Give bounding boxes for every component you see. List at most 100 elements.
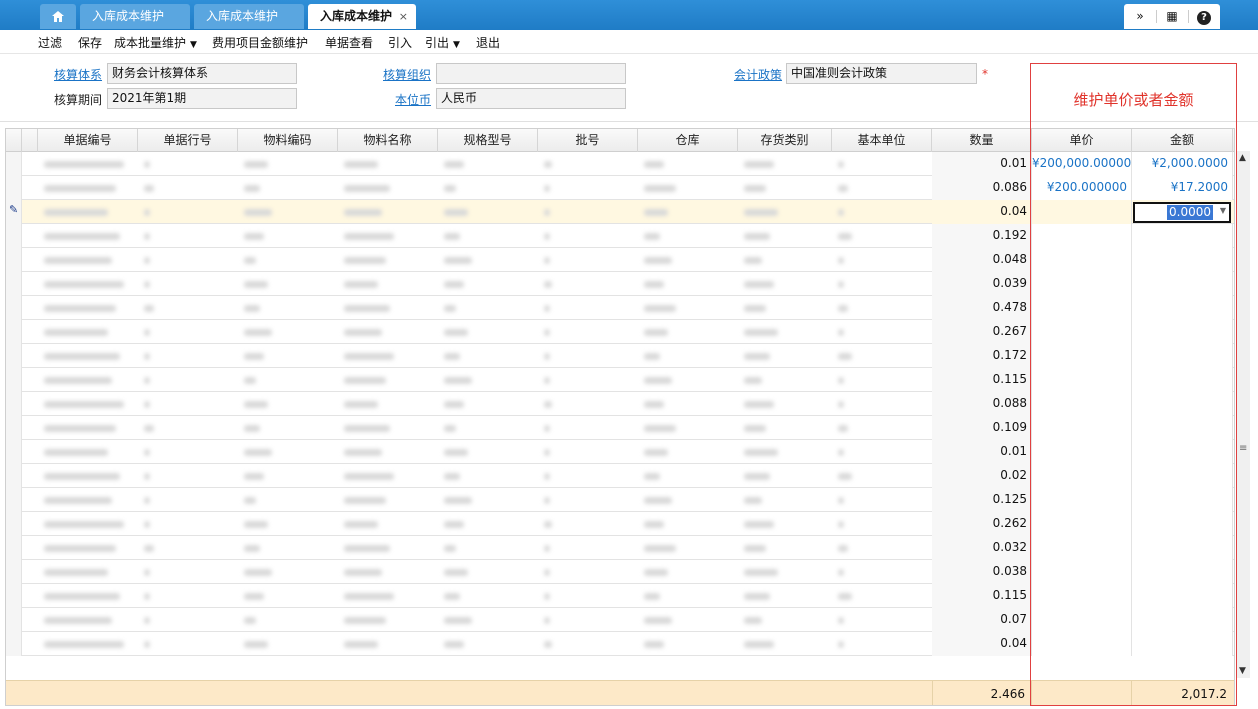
- help-icon[interactable]: ?: [1188, 4, 1220, 29]
- save-button[interactable]: 保存: [78, 34, 102, 51]
- table-row[interactable]: 0.032: [6, 536, 1234, 560]
- accounting-system-field[interactable]: 财务会计核算体系: [107, 63, 297, 84]
- amount-edit-input[interactable]: 0.0000 ▼: [1133, 202, 1231, 223]
- price-cell[interactable]: [1032, 536, 1132, 560]
- table-row[interactable]: 0.048: [6, 248, 1234, 272]
- currency-label[interactable]: 本位币: [395, 91, 431, 108]
- row-indicator[interactable]: [6, 224, 22, 248]
- price-cell[interactable]: [1032, 608, 1132, 632]
- price-cell[interactable]: [1032, 464, 1132, 488]
- vertical-scrollbar[interactable]: ▲ ≡ ▼: [1236, 151, 1250, 678]
- amount-cell[interactable]: [1132, 392, 1233, 416]
- row-indicator[interactable]: [6, 536, 22, 560]
- close-icon[interactable]: ×: [399, 4, 408, 29]
- price-cell[interactable]: [1032, 368, 1132, 392]
- tab-stock-in-cost-1[interactable]: 入库成本维护: [80, 4, 190, 29]
- table-row[interactable]: 0.262: [6, 512, 1234, 536]
- price-cell[interactable]: [1032, 320, 1132, 344]
- row-indicator[interactable]: [6, 488, 22, 512]
- amount-cell[interactable]: [1132, 272, 1233, 296]
- amount-cell[interactable]: ¥17.2000: [1132, 176, 1233, 200]
- accounting-org-field[interactable]: [436, 63, 626, 84]
- tab-home[interactable]: [40, 4, 76, 29]
- row-indicator[interactable]: [6, 272, 22, 296]
- row-indicator[interactable]: [6, 416, 22, 440]
- import-button[interactable]: 引入: [388, 34, 412, 51]
- row-indicator[interactable]: [6, 392, 22, 416]
- amount-cell[interactable]: [1132, 512, 1233, 536]
- row-indicator[interactable]: [6, 560, 22, 584]
- table-row[interactable]: 0.267: [6, 320, 1234, 344]
- scroll-up-icon[interactable]: ▲: [1239, 153, 1246, 163]
- table-row[interactable]: 0.01 ¥200,000.00000 ¥2,000.0000: [6, 152, 1234, 176]
- table-row[interactable]: ✎ 0.04 0.0000 ▼: [6, 200, 1234, 224]
- amount-cell[interactable]: [1132, 248, 1233, 272]
- table-row[interactable]: 0.04: [6, 632, 1234, 656]
- amount-cell[interactable]: [1132, 224, 1233, 248]
- price-cell[interactable]: [1032, 488, 1132, 512]
- table-row[interactable]: 0.02: [6, 464, 1234, 488]
- amount-cell[interactable]: [1132, 488, 1233, 512]
- row-indicator[interactable]: [6, 440, 22, 464]
- header-line-no[interactable]: 单据行号: [138, 129, 238, 152]
- price-cell[interactable]: [1032, 248, 1132, 272]
- row-indicator[interactable]: [6, 608, 22, 632]
- table-row[interactable]: 0.115: [6, 584, 1234, 608]
- table-row[interactable]: 0.478: [6, 296, 1234, 320]
- header-warehouse[interactable]: 仓库: [638, 129, 738, 152]
- amount-cell[interactable]: [1132, 368, 1233, 392]
- tab-stock-in-cost-2[interactable]: 入库成本维护: [194, 4, 304, 29]
- table-row[interactable]: 0.088: [6, 392, 1234, 416]
- price-cell[interactable]: [1032, 272, 1132, 296]
- amount-cell[interactable]: [1132, 584, 1233, 608]
- amount-cell[interactable]: [1132, 344, 1233, 368]
- row-indicator[interactable]: [6, 464, 22, 488]
- exit-button[interactable]: 退出: [476, 34, 500, 51]
- header-material-code[interactable]: 物料编码: [238, 129, 338, 152]
- amount-cell[interactable]: [1132, 560, 1233, 584]
- table-row[interactable]: 0.125: [6, 488, 1234, 512]
- collapse-icon[interactable]: »: [1124, 4, 1156, 29]
- header-price[interactable]: 单价: [1032, 129, 1132, 152]
- table-row[interactable]: 0.172: [6, 344, 1234, 368]
- accounting-system-label[interactable]: 核算体系: [54, 66, 102, 83]
- row-indicator[interactable]: [6, 368, 22, 392]
- amount-cell[interactable]: [1132, 440, 1233, 464]
- header-base-unit[interactable]: 基本单位: [832, 129, 932, 152]
- price-cell[interactable]: [1032, 416, 1132, 440]
- row-indicator[interactable]: [6, 344, 22, 368]
- price-cell[interactable]: [1032, 344, 1132, 368]
- price-cell[interactable]: [1032, 224, 1132, 248]
- price-cell[interactable]: [1032, 560, 1132, 584]
- header-stock-type[interactable]: 存货类别: [738, 129, 832, 152]
- grid-menu-icon[interactable]: ▦: [1156, 4, 1188, 29]
- price-cell[interactable]: [1032, 392, 1132, 416]
- policy-field[interactable]: 中国准则会计政策: [786, 63, 977, 84]
- row-indicator[interactable]: [6, 296, 22, 320]
- price-cell[interactable]: [1032, 584, 1132, 608]
- amount-cell[interactable]: [1132, 416, 1233, 440]
- batch-maintain-button[interactable]: 成本批量维护 ▼: [114, 34, 197, 51]
- table-row[interactable]: 0.039: [6, 272, 1234, 296]
- row-indicator[interactable]: [6, 632, 22, 656]
- tab-stock-in-cost-active[interactable]: 入库成本维护 ×: [308, 4, 416, 29]
- price-cell[interactable]: [1032, 440, 1132, 464]
- filter-button[interactable]: 过滤: [38, 34, 62, 51]
- header-qty[interactable]: 数量: [932, 129, 1032, 152]
- row-indicator[interactable]: [6, 584, 22, 608]
- table-row[interactable]: 0.01: [6, 440, 1234, 464]
- price-cell[interactable]: ¥200.000000: [1032, 176, 1132, 200]
- price-cell[interactable]: ¥200,000.00000: [1032, 152, 1132, 176]
- amount-cell[interactable]: [1132, 464, 1233, 488]
- table-row[interactable]: 0.038: [6, 560, 1234, 584]
- currency-field[interactable]: 人民币: [436, 88, 626, 109]
- period-field[interactable]: 2021年第1期: [107, 88, 297, 109]
- accounting-org-label[interactable]: 核算组织: [383, 66, 431, 83]
- amount-cell[interactable]: [1132, 608, 1233, 632]
- policy-label[interactable]: 会计政策: [734, 66, 782, 83]
- amount-cell[interactable]: [1132, 320, 1233, 344]
- export-button[interactable]: 引出 ▼: [425, 34, 460, 51]
- amount-cell[interactable]: [1132, 296, 1233, 320]
- row-indicator[interactable]: [6, 512, 22, 536]
- price-cell[interactable]: [1032, 632, 1132, 656]
